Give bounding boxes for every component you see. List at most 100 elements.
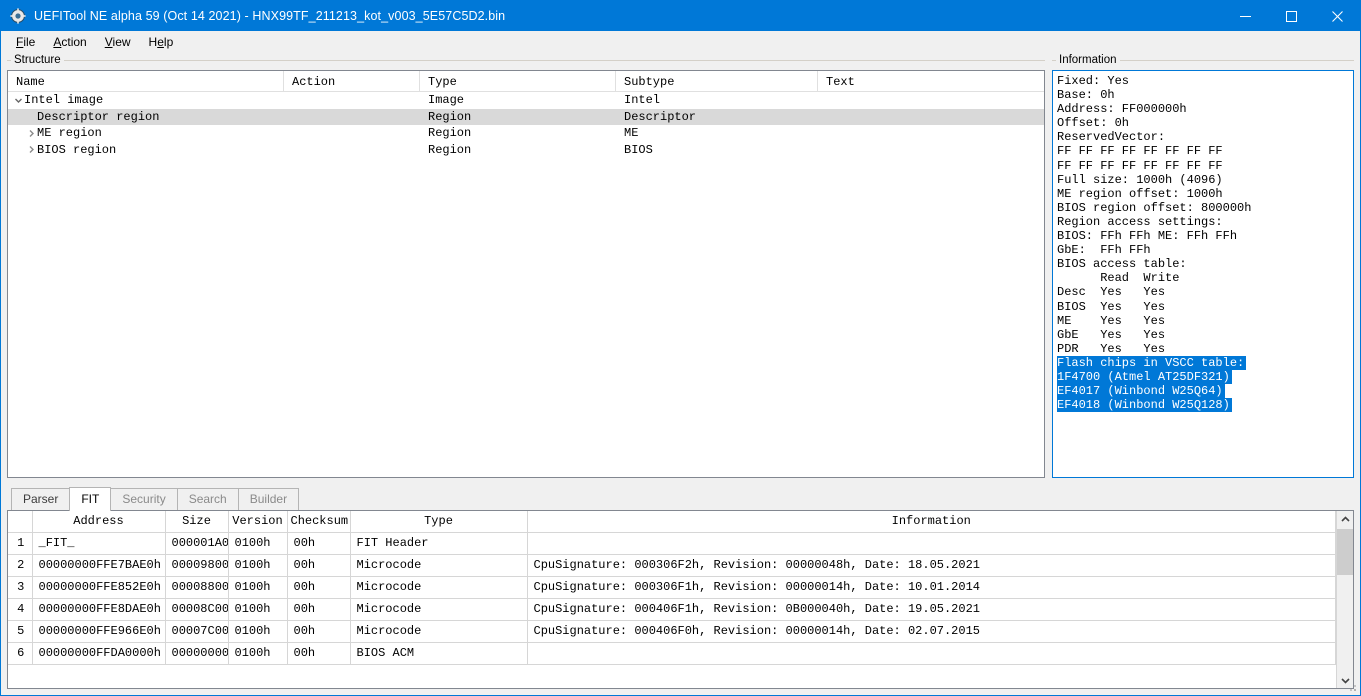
fit-cell-num: 5 — [8, 620, 33, 643]
tree-row[interactable]: BIOS region Region BIOS — [8, 142, 1044, 159]
menu-help[interactable]: Help — [140, 33, 183, 51]
fit-table-row[interactable]: 1_FIT_000001A0h0100h00hFIT Header — [8, 532, 1336, 555]
menu-view[interactable]: View — [96, 33, 140, 51]
maximize-icon — [1285, 10, 1297, 22]
fit-cell-checksum: 00h — [287, 554, 351, 577]
tree-cell-subtype: BIOS — [624, 142, 653, 157]
fit-table-scrollbar[interactable] — [1336, 511, 1353, 688]
fit-table-row[interactable]: 500000000FFE966E0h00007C00h0100h00hMicro… — [8, 620, 1336, 643]
information-line: Offset: 0h — [1057, 116, 1130, 131]
tab-parser[interactable]: Parser — [11, 488, 71, 510]
tab-search[interactable]: Search — [176, 488, 239, 510]
menu-view-rest: iew — [112, 35, 131, 49]
scrollbar-track[interactable] — [1337, 527, 1353, 672]
fit-cell-num: 6 — [8, 642, 33, 665]
close-icon — [1331, 10, 1343, 22]
menu-action-rest: ction — [61, 35, 87, 49]
fit-cell-size: 00008800h — [165, 576, 229, 599]
fit-cell-num: 4 — [8, 598, 33, 621]
fit-cell-checksum: 00h — [287, 576, 351, 599]
fit-cell-version: 0100h — [228, 576, 288, 599]
fit-table-row[interactable]: 300000000FFE852E0h00008800h0100h00hMicro… — [8, 576, 1336, 599]
fit-cell-address: 00000000FFE7BAE0h — [32, 554, 166, 577]
structure-tree[interactable]: Name Action Type Subtype Text Intel imag… — [7, 70, 1045, 478]
tab-fit[interactable]: FIT — [69, 487, 112, 511]
information-line: Fixed: Yes — [1057, 74, 1130, 88]
fit-col-type[interactable]: Type — [350, 511, 528, 533]
column-header-text[interactable]: Text — [818, 71, 1044, 92]
fit-cell-version: 0100h — [228, 620, 288, 643]
tree-cell-subtype: ME — [624, 126, 639, 141]
scroll-up-button[interactable] — [1337, 511, 1353, 527]
tree-row[interactable]: ME region Region ME — [8, 125, 1044, 142]
column-header-name[interactable]: Name — [8, 71, 284, 92]
fit-cell-num: 1 — [8, 532, 33, 555]
fit-table-row[interactable]: 600000000FFDA0000h00000000h0100h00hBIOS … — [8, 642, 1336, 665]
tree-cell-name: Intel image — [8, 92, 284, 109]
structure-group-title: Structure — [11, 54, 64, 67]
scrollbar-thumb[interactable] — [1337, 529, 1353, 575]
fit-col-version[interactable]: Version — [228, 511, 288, 533]
fit-cell-size: 00008C00h — [165, 598, 229, 621]
window-controls — [1222, 1, 1360, 31]
information-line: BIOS: FFh FFh ME: FFh FFh — [1057, 229, 1238, 244]
fit-cell-size: 00000000h — [165, 642, 229, 665]
fit-cell-size: 000001A0h — [165, 532, 229, 555]
information-line: BIOS Yes Yes — [1057, 299, 1166, 314]
fit-table-scroll-area: Address Size Version Checksum Type Infor… — [8, 511, 1336, 688]
resize-grip-icon[interactable] — [1346, 681, 1358, 693]
fit-cell-address: 00000000FFE852E0h — [32, 576, 166, 599]
tree-cell-action — [284, 92, 420, 109]
information-line: Base: 0h — [1057, 88, 1115, 103]
tab-security[interactable]: Security — [110, 488, 178, 510]
fit-cell-num: 3 — [8, 576, 33, 599]
information-line: ReservedVector: — [1057, 130, 1166, 145]
fit-cell-checksum: 00h — [287, 620, 351, 643]
tree-node-label: BIOS region — [37, 142, 117, 157]
structure-group-frame — [7, 60, 1045, 61]
minimize-button[interactable] — [1222, 1, 1268, 31]
menu-file-rest: ile — [23, 35, 36, 49]
minimize-icon — [1239, 15, 1251, 17]
information-text[interactable]: Fixed: Yes Base: 0h Address: FF000000h Offs… — [1052, 70, 1354, 478]
window-title: UEFITool NE alpha 59 (Oct 14 2021) - HNX… — [34, 9, 506, 23]
information-line-selected: EF4017 (Winbond W25Q64) — [1057, 384, 1225, 399]
chevron-down-icon[interactable] — [12, 96, 24, 105]
fit-table-head: Address Size Version Checksum Type Infor… — [8, 511, 1336, 533]
tree-cell-type: Region — [428, 126, 472, 141]
upper-pane: Structure Name Action Type Subtype Text — [7, 54, 1354, 478]
tree-cell-name: BIOS region — [8, 142, 284, 159]
fit-col-checksum[interactable]: Checksum — [287, 511, 351, 533]
fit-col-size[interactable]: Size — [165, 511, 229, 533]
menu-action[interactable]: Action — [44, 33, 95, 51]
fit-cell-version: 0100h — [228, 642, 288, 665]
information-line: BIOS region offset: 800000h — [1057, 200, 1252, 215]
fit-cell-version: 0100h — [228, 554, 288, 577]
information-line: GbE: FFh FFh — [1057, 243, 1151, 258]
tree-cell-action — [284, 142, 420, 159]
tree-row[interactable]: Intel image Image Intel — [8, 92, 1044, 109]
fit-table-row[interactable]: 200000000FFE7BAE0h00009800h0100h00hMicro… — [8, 554, 1336, 577]
fit-col-address[interactable]: Address — [32, 511, 166, 533]
fit-cell-address: _FIT_ — [32, 532, 166, 555]
fit-cell-type: Microcode — [350, 620, 528, 643]
close-button[interactable] — [1314, 1, 1360, 31]
tab-builder[interactable]: Builder — [237, 488, 300, 510]
fit-col-information[interactable]: Information — [527, 511, 1336, 533]
fit-cell-information: CpuSignature: 000406F0h, Revision: 00000… — [527, 620, 1336, 643]
tree-row[interactable]: Descriptor region Region Descriptor — [8, 108, 1044, 125]
tree-cell-action — [284, 125, 420, 142]
fit-cell-type: Microcode — [350, 554, 528, 577]
tree-cell-text — [818, 125, 1044, 142]
column-header-action[interactable]: Action — [284, 71, 420, 92]
menu-file[interactable]: File — [7, 33, 44, 51]
tree-cell-subtype: Descriptor — [624, 109, 697, 124]
chevron-right-icon[interactable] — [25, 145, 37, 154]
information-line: BIOS access table: — [1057, 257, 1187, 272]
fit-table-row[interactable]: 400000000FFE8DAE0h00008C00h0100h00hMicro… — [8, 598, 1336, 621]
tree-node-label: Intel image — [24, 93, 104, 108]
chevron-right-icon[interactable] — [25, 129, 37, 138]
maximize-button[interactable] — [1268, 1, 1314, 31]
column-header-type[interactable]: Type — [420, 71, 616, 92]
column-header-subtype[interactable]: Subtype — [616, 71, 818, 92]
